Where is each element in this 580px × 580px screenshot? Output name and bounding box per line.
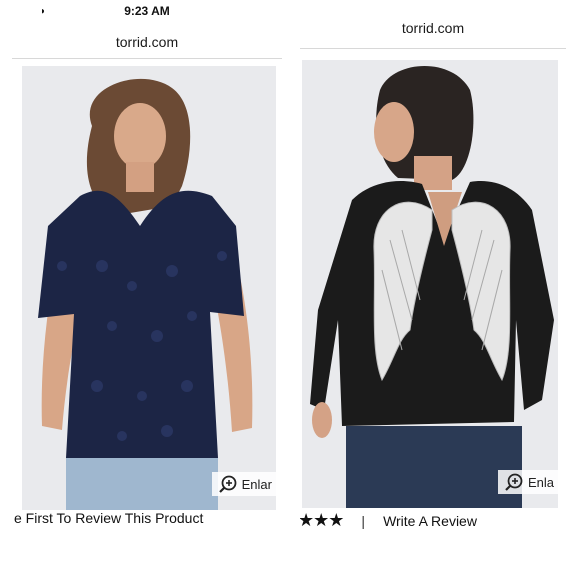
separator: | [361, 512, 366, 529]
rating-stars-icon: ★★★ [300, 510, 344, 530]
enlarge-label: Enla [527, 474, 554, 490]
wifi-icon: ◗ [40, 6, 47, 17]
left-screenshot: ◗ 9:23 AM torrid.com Enlar e First To Re… [12, 0, 282, 560]
right-screenshot: torrid.com Enla ★★★ | Write A Review [300, 0, 566, 560]
status-bar: ◗ 9:23 AM [12, 0, 282, 22]
model-navy-top-illustration [22, 66, 276, 510]
enlarge-button[interactable]: Enla [497, 470, 558, 494]
first-review-link[interactable]: e First To Review This Product [14, 510, 282, 526]
enlarge-label: Enlar [241, 476, 272, 492]
write-review-link[interactable]: Write A Review [383, 513, 477, 529]
product-image[interactable]: Enlar [22, 66, 276, 510]
review-row: ★★★ | Write A Review [300, 510, 566, 531]
zoom-in-icon [505, 473, 523, 491]
url-bar[interactable]: torrid.com [300, 20, 566, 36]
model-wings-sweater-illustration [302, 60, 558, 508]
product-image[interactable]: Enla [302, 60, 558, 508]
toolbar-divider [12, 58, 282, 59]
status-time: 9:23 AM [124, 4, 170, 18]
zoom-in-icon [218, 475, 237, 493]
toolbar-divider [300, 48, 566, 49]
enlarge-button[interactable]: Enlar [211, 472, 276, 496]
url-bar[interactable]: torrid.com [12, 34, 282, 50]
